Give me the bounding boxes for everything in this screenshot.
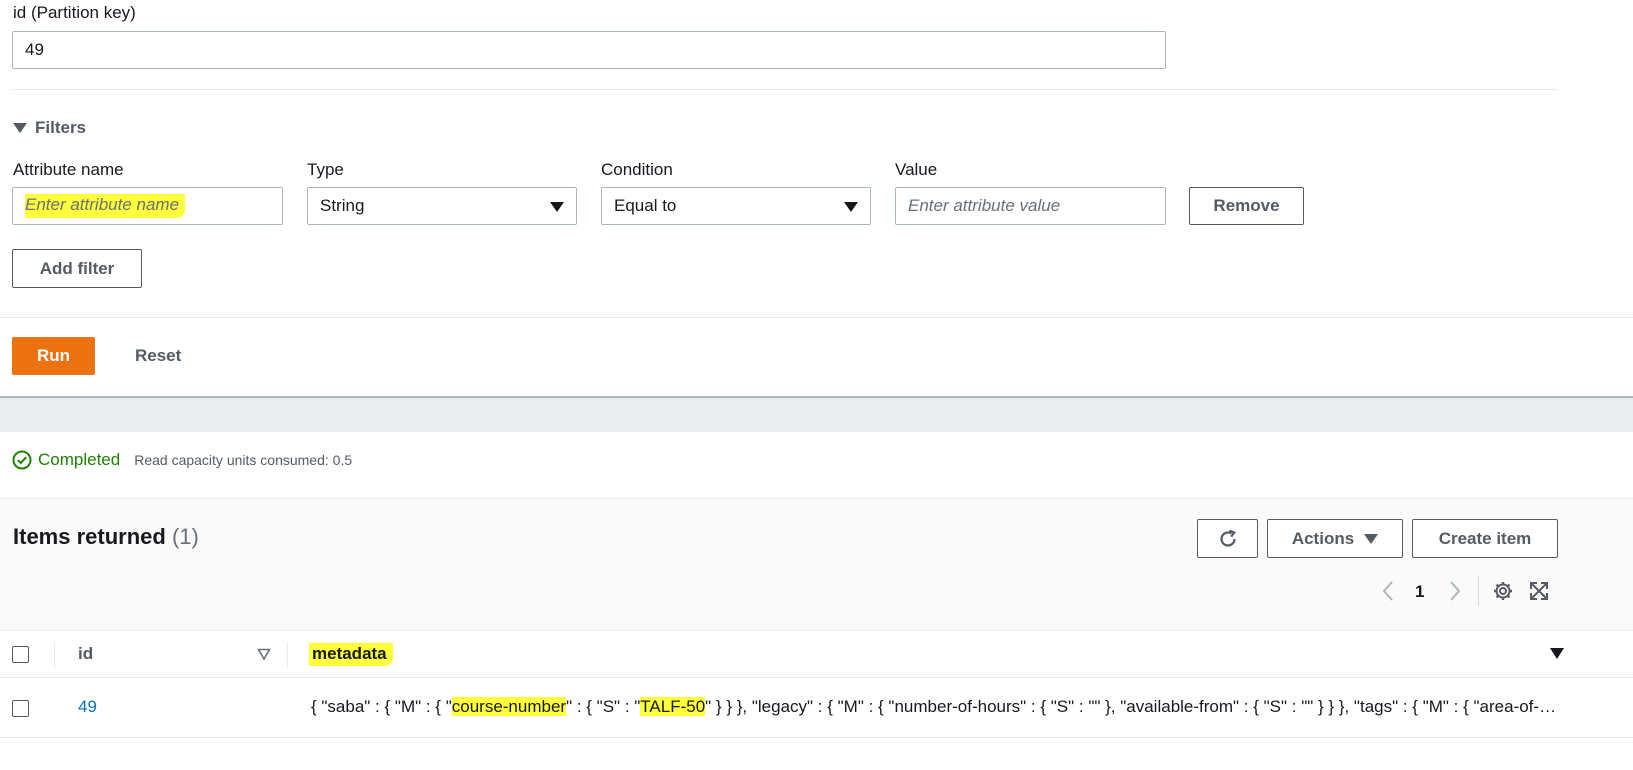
create-item-button[interactable]: Create item [1412, 519, 1558, 558]
items-returned-label: Items returned [13, 524, 166, 549]
dropdown-caret-icon [550, 202, 564, 212]
section-separator [0, 396, 1633, 432]
type-selected-value: String [320, 196, 365, 215]
metadata-text: " : { "S" : " [566, 697, 641, 716]
partition-key-input[interactable]: 49 [12, 31, 1166, 69]
attribute-value-input[interactable]: Enter attribute value [895, 187, 1166, 225]
table-row: 49 { "saba" : { "M" : { "course-number" … [0, 678, 1633, 738]
metadata-highlight: TALF-50 [640, 697, 706, 716]
caret-down-icon[interactable] [1550, 648, 1564, 659]
metadata-text: " } } }, "legacy" : { "M" : { "number-of… [705, 697, 1557, 716]
metadata-text: { "saba" : { "M" : { " [311, 697, 452, 716]
add-filter-button[interactable]: Add filter [12, 249, 142, 288]
check-circle-icon [12, 450, 32, 470]
status-bar: Completed Read capacity units consumed: … [12, 450, 352, 470]
partition-key-label: id (Partition key) [13, 3, 136, 22]
divider [1478, 576, 1479, 606]
caret-down-icon [13, 123, 27, 133]
divider [12, 89, 1558, 90]
status-text: Completed [38, 450, 121, 469]
fullscreen-icon[interactable] [1528, 580, 1550, 602]
divider [54, 642, 55, 668]
run-button[interactable]: Run [12, 337, 95, 375]
type-select[interactable]: String [307, 187, 577, 225]
gear-icon[interactable] [1492, 580, 1514, 602]
type-label: Type [307, 160, 344, 179]
row-id-link[interactable]: 49 [78, 697, 97, 717]
sort-icon[interactable] [257, 647, 271, 661]
column-header-id[interactable]: id [78, 644, 93, 664]
filters-title: Filters [35, 118, 87, 137]
row-checkbox[interactable] [12, 700, 29, 717]
items-count: (1) [171, 524, 199, 549]
items-returned-title: Items returned (1) [13, 524, 199, 550]
chevron-right-icon[interactable] [1447, 580, 1463, 602]
attribute-name-input[interactable]: Enter attribute name [12, 187, 283, 225]
refresh-icon [1219, 528, 1236, 547]
value-label: Value [895, 160, 938, 179]
condition-selected-value: Equal to [614, 196, 677, 215]
select-all-checkbox[interactable] [12, 646, 29, 663]
condition-label: Condition [601, 160, 673, 179]
divider [287, 642, 288, 668]
partition-key-value: 49 [25, 40, 44, 59]
caret-down-icon [1364, 533, 1379, 544]
reset-button[interactable]: Reset [135, 346, 181, 366]
attribute-name-label: Attribute name [13, 160, 124, 179]
metadata-highlight: course-number [451, 697, 567, 716]
attribute-value-placeholder: Enter attribute value [908, 196, 1061, 215]
attribute-name-placeholder: Enter attribute name [25, 194, 186, 218]
dropdown-caret-icon [844, 202, 858, 212]
condition-select[interactable]: Equal to [601, 187, 871, 225]
table-header [0, 630, 1633, 678]
chevron-left-icon[interactable] [1380, 580, 1396, 602]
actions-label: Actions [1291, 528, 1355, 548]
capacity-text: Read capacity units consumed: 0.5 [134, 452, 353, 468]
divider [0, 317, 1633, 318]
remove-filter-button[interactable]: Remove [1189, 187, 1304, 225]
refresh-button[interactable] [1197, 519, 1258, 558]
column-header-metadata[interactable]: metadata [309, 643, 393, 666]
results-header [0, 498, 1633, 630]
actions-dropdown-button[interactable]: Actions [1267, 519, 1403, 558]
row-metadata: { "saba" : { "M" : { "course-number" : {… [311, 697, 1557, 717]
filters-toggle[interactable]: Filters [13, 118, 86, 138]
page-number[interactable]: 1 [1415, 582, 1424, 602]
